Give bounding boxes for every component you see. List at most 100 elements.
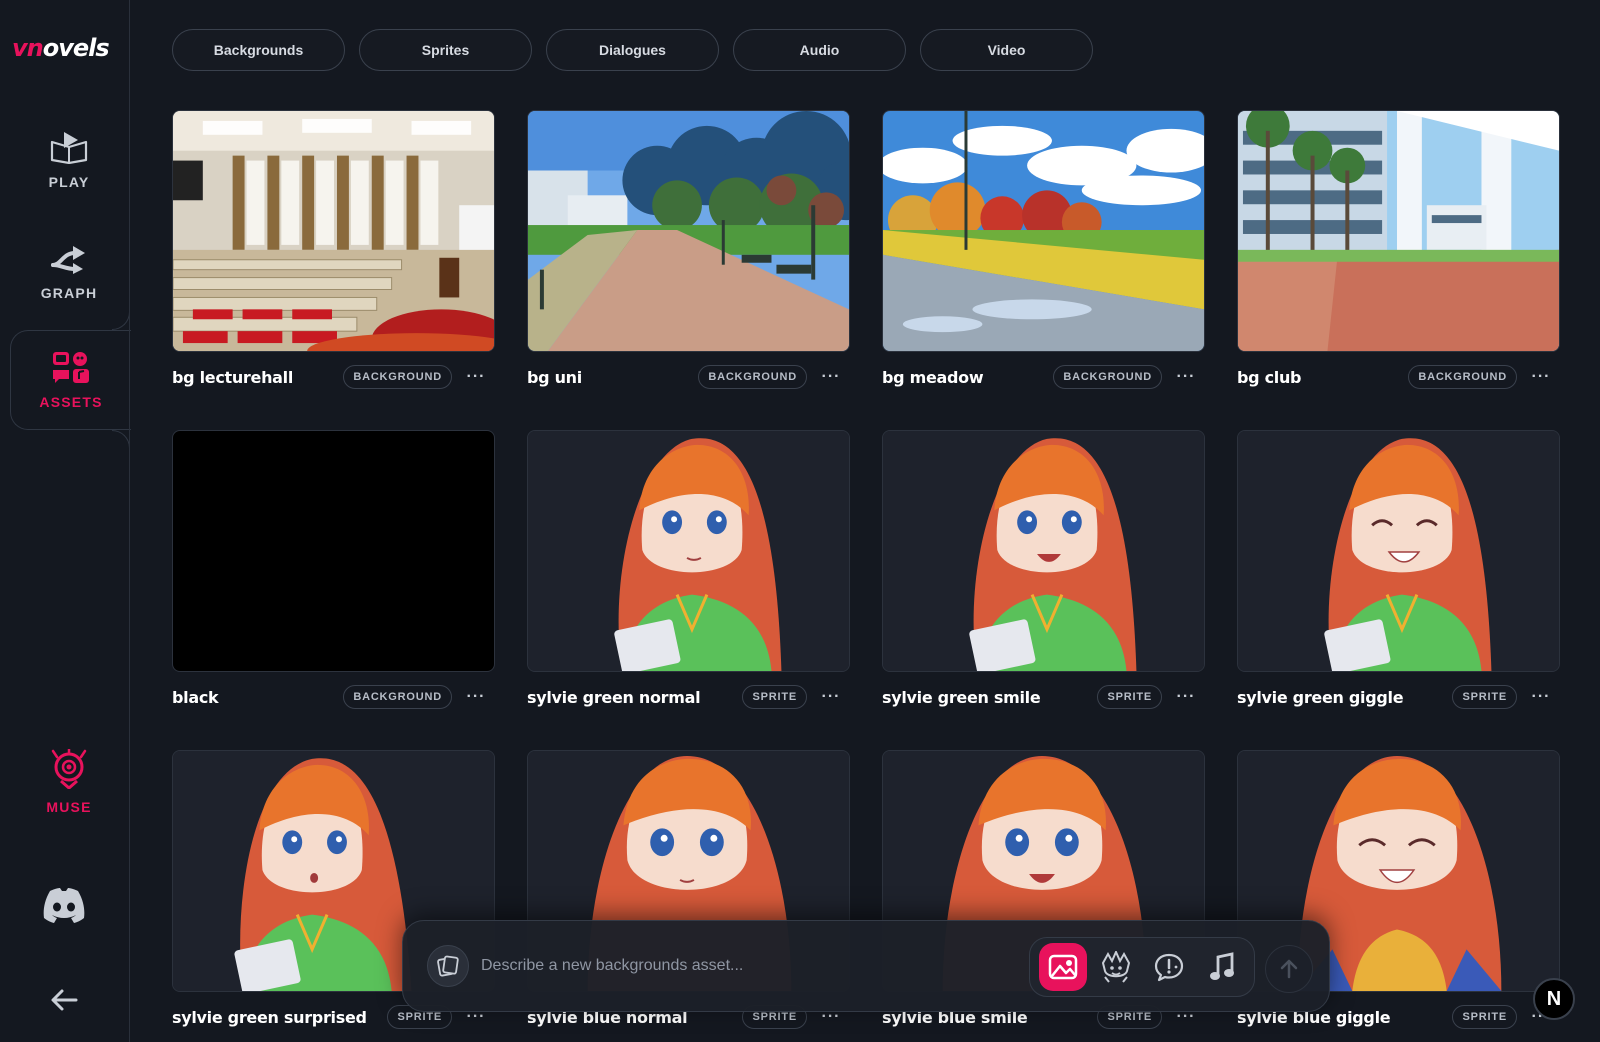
image-type-button[interactable]: [1038, 943, 1087, 991]
discord-icon: [43, 888, 85, 923]
asset-thumbnail[interactable]: [1237, 430, 1560, 672]
more-options-button[interactable]: ···: [1530, 686, 1552, 708]
asset-type-badge: SPRITE: [1452, 685, 1517, 709]
sprite-green-smile-image: [883, 431, 1204, 671]
asset-type-tabs: Backgrounds Sprites Dialogues Audio Vide…: [172, 29, 1093, 71]
asset-card: sylvie green giggle SPRITE ···: [1237, 430, 1560, 709]
cards-icon: [437, 955, 459, 977]
asset-title: sylvie green normal: [527, 687, 701, 707]
music-note-icon: [1209, 952, 1234, 980]
image-icon: [1048, 954, 1077, 980]
asset-title: sylvie green smile: [882, 687, 1041, 707]
asset-title: bg club: [1237, 367, 1302, 387]
sidebar-item-muse[interactable]: MUSE: [10, 732, 128, 832]
asset-thumbnail[interactable]: [527, 430, 850, 672]
more-options-button[interactable]: ···: [1175, 366, 1197, 388]
dialogue-type-button[interactable]: [1145, 943, 1193, 991]
send-button[interactable]: [1265, 945, 1313, 993]
meadow-image: [883, 111, 1204, 351]
asset-card: sylvie green normal SPRITE ···: [527, 430, 850, 709]
sidebar-item-assets[interactable]: ASSETS: [10, 330, 131, 430]
nav-corner-decoration: [112, 430, 130, 470]
asset-thumbnail[interactable]: [172, 110, 495, 352]
tab-video[interactable]: Video: [920, 29, 1093, 71]
sidebar-item-graph[interactable]: GRAPH: [10, 222, 128, 322]
corner-badge[interactable]: N: [1533, 978, 1575, 1020]
sidebar-item-play[interactable]: PLAY: [10, 110, 128, 210]
dialogue-icon: [1154, 953, 1183, 982]
asset-thumbnail[interactable]: [1237, 110, 1560, 352]
vnovels-logo[interactable]: vnovels: [12, 34, 112, 64]
asset-meta: black BACKGROUND ···: [172, 682, 495, 712]
logo-prefix: vn: [12, 34, 44, 62]
asset-type-badge: BACKGROUND: [343, 685, 452, 709]
asset-meta: sylvie green giggle SPRITE ···: [1237, 682, 1560, 712]
more-options-button[interactable]: ···: [465, 366, 487, 388]
asset-meta: bg club BACKGROUND ···: [1237, 362, 1560, 392]
asset-title: black: [172, 687, 219, 707]
asset-thumbnail[interactable]: [882, 110, 1205, 352]
more-options-button[interactable]: ···: [465, 686, 487, 708]
branch-arrow-icon: [51, 246, 85, 274]
asset-card: bg uni BACKGROUND ···: [527, 110, 850, 389]
asset-meta: bg lecturehall BACKGROUND ···: [172, 362, 495, 392]
audio-type-button[interactable]: [1198, 943, 1246, 991]
sidebar-item-label: ASSETS: [39, 394, 103, 410]
tab-dialogues[interactable]: Dialogues: [546, 29, 719, 71]
lecture-hall-image: [173, 111, 494, 351]
club-building-image: [1238, 111, 1559, 351]
discord-button[interactable]: [40, 885, 88, 925]
asset-type-badge: SPRITE: [1452, 1005, 1517, 1029]
character-type-button[interactable]: [1092, 943, 1140, 991]
logo-suffix: ovels: [42, 34, 110, 62]
asset-card: black BACKGROUND ···: [172, 430, 495, 709]
asset-type-selector: [1029, 937, 1255, 997]
asset-card: bg lecturehall BACKGROUND ···: [172, 110, 495, 389]
sidebar-item-label: PLAY: [48, 174, 90, 190]
more-options-button[interactable]: ···: [1175, 686, 1197, 708]
character-icon: [1101, 951, 1130, 983]
arrow-left-icon: [51, 989, 78, 1011]
asset-type-badge: SPRITE: [742, 685, 807, 709]
more-options-button[interactable]: ···: [820, 366, 842, 388]
asset-type-badge: BACKGROUND: [698, 365, 807, 389]
asset-description-input[interactable]: [481, 949, 1011, 983]
asset-meta: sylvie green normal SPRITE ···: [527, 682, 850, 712]
asset-title: sylvie green giggle: [1237, 687, 1404, 707]
muse-face-icon: [51, 749, 87, 789]
asset-thumbnail[interactable]: [527, 110, 850, 352]
asset-card: bg club BACKGROUND ···: [1237, 110, 1560, 389]
asset-type-badge: BACKGROUND: [1053, 365, 1162, 389]
tab-backgrounds[interactable]: Backgrounds: [172, 29, 345, 71]
sidebar: vnovels PLAY GRAPH ASSETS MUSE: [0, 0, 131, 1042]
asset-title: sylvie green surprised: [172, 1007, 367, 1027]
more-options-button[interactable]: ···: [820, 686, 842, 708]
tab-audio[interactable]: Audio: [733, 29, 906, 71]
asset-type-badge: BACKGROUND: [343, 365, 452, 389]
asset-meta: bg uni BACKGROUND ···: [527, 362, 850, 392]
asset-title: bg uni: [527, 367, 582, 387]
arrow-up-icon: [1280, 959, 1298, 979]
asset-meta: sylvie green smile SPRITE ···: [882, 682, 1205, 712]
asset-card: sylvie green smile SPRITE ···: [882, 430, 1205, 709]
assets-grid-icon: [53, 352, 89, 383]
sprite-green-giggle-image: [1238, 431, 1559, 671]
university-path-image: [528, 111, 849, 351]
asset-type-badge: SPRITE: [1097, 685, 1162, 709]
asset-thumbnail[interactable]: [882, 430, 1205, 672]
asset-title: bg lecturehall: [172, 367, 294, 387]
asset-type-badge: BACKGROUND: [1408, 365, 1517, 389]
sidebar-item-label: GRAPH: [40, 285, 98, 301]
asset-meta: bg meadow BACKGROUND ···: [882, 362, 1205, 392]
sidebar-item-label: MUSE: [46, 799, 92, 815]
asset-thumbnail[interactable]: [172, 430, 495, 672]
book-play-icon: [50, 132, 88, 164]
back-button[interactable]: [46, 985, 82, 1015]
prompt-avatar[interactable]: [427, 945, 469, 987]
asset-prompt-bar: [402, 920, 1330, 1012]
tab-sprites[interactable]: Sprites: [359, 29, 532, 71]
asset-card: bg meadow BACKGROUND ···: [882, 110, 1205, 389]
asset-title: bg meadow: [882, 367, 984, 387]
more-options-button[interactable]: ···: [1530, 366, 1552, 388]
sprite-green-image: [528, 431, 849, 671]
